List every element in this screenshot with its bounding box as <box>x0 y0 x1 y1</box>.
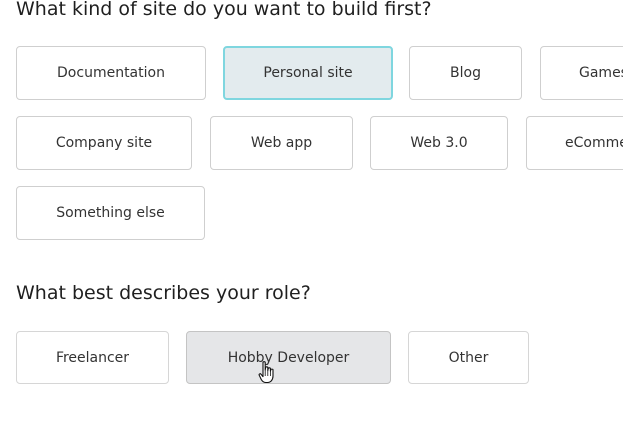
option-web-app[interactable]: Web app <box>210 116 353 170</box>
option-documentation[interactable]: Documentation <box>16 46 206 100</box>
role-hobby-developer[interactable]: Hobby Developer <box>186 331 391 384</box>
option-something-else[interactable]: Something else <box>16 186 205 240</box>
option-ecommerce[interactable]: eCommerce <box>526 116 623 170</box>
option-company-site[interactable]: Company site <box>16 116 192 170</box>
option-personal-site[interactable]: Personal site <box>223 46 393 100</box>
site-type-question: What kind of site do you want to build f… <box>16 0 432 20</box>
option-web-3[interactable]: Web 3.0 <box>370 116 508 170</box>
role-freelancer[interactable]: Freelancer <box>16 331 169 384</box>
role-question: What best describes your role? <box>16 282 311 304</box>
option-blog[interactable]: Blog <box>409 46 522 100</box>
option-games[interactable]: Games <box>540 46 623 100</box>
role-other[interactable]: Other <box>408 331 529 384</box>
